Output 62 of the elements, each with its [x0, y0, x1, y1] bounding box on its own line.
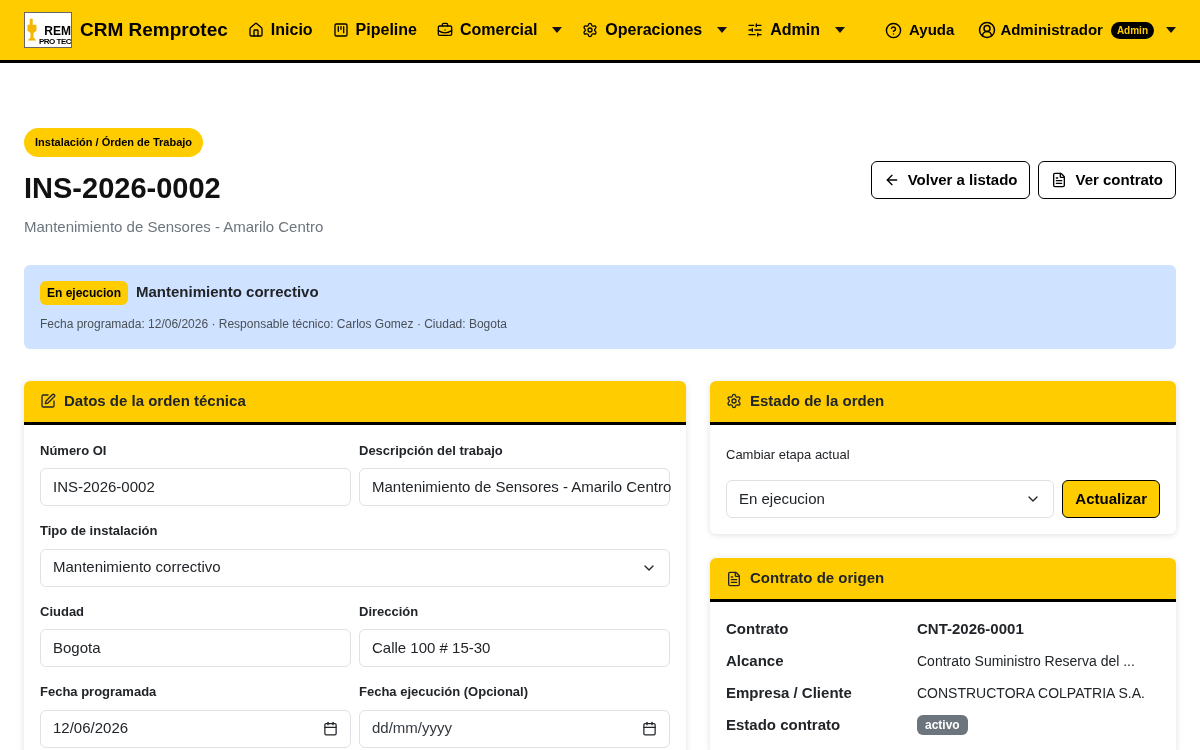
- field-label: Tipo de instalación: [40, 522, 159, 540]
- card-title: Contrato de origen: [750, 568, 885, 589]
- house-icon: [247, 22, 264, 38]
- input-field[interactable]: Mantenimiento de Sensores - Amarilo Centro: [359, 468, 670, 506]
- card-title: Datos de la orden técnica: [64, 390, 246, 411]
- field-label: Ciudad: [40, 602, 86, 621]
- nav-link[interactable]: Operaciones: [582, 18, 728, 42]
- contract-value: Contrato Suministro Reserva del ...: [917, 651, 1135, 671]
- input-field[interactable]: Bogota: [40, 629, 351, 667]
- field-label: Dirección: [359, 602, 420, 621]
- contract-label: Contrato: [726, 618, 790, 639]
- help-icon: [885, 21, 903, 39]
- calendar-icon: [642, 721, 657, 736]
- contract-label: Alcance: [726, 650, 785, 671]
- card-title: Estado de la orden: [750, 390, 885, 411]
- gear-icon: [582, 22, 599, 38]
- brand-name[interactable]: CRM Remprotec: [80, 15, 228, 45]
- nav-link[interactable]: Comercial: [436, 18, 563, 42]
- update-button[interactable]: Actualizar: [1062, 480, 1160, 518]
- banner-title: Mantenimiento correctivo: [136, 282, 319, 303]
- breadcrumb-badge: Instalación / Órden de Trabajo: [24, 128, 204, 157]
- outline-button[interactable]: Ver contrato: [1038, 161, 1176, 199]
- user-name: Administrador: [1000, 19, 1103, 40]
- field-label: Cambiar etapa actual: [726, 445, 851, 464]
- logo-subtext: PRO TEC: [38, 37, 71, 46]
- contract-value: CONSTRUCTORA COLPATRIA S.A.: [917, 683, 1145, 703]
- field-label: Descripción del trabajo: [359, 441, 504, 460]
- document-icon: [1051, 172, 1068, 188]
- nav-link[interactable]: Admin: [747, 18, 846, 42]
- contract-label: Empresa / Cliente: [726, 682, 853, 703]
- page-title: INS-2026-0002: [24, 170, 221, 206]
- page-subtitle: Mantenimiento de Sensores - Amarilo Centro: [24, 217, 324, 237]
- stage-select[interactable]: En ejecucion: [726, 480, 1055, 518]
- status-badge: activo: [917, 715, 968, 735]
- sliders-icon: [747, 22, 764, 38]
- banner-details: Fecha programada: 12/06/2026 · Responsable técnico: Carlos Gomez · Ciudad: Bogota: [40, 315, 508, 333]
- role-badge: Admin: [1110, 21, 1154, 39]
- user-icon: [978, 21, 997, 39]
- status-badge: En ejecucion: [40, 280, 129, 305]
- edit-icon: [40, 393, 56, 409]
- outline-button[interactable]: Volver a listado: [870, 161, 1031, 199]
- field-label: Fecha ejecución (Opcional): [359, 683, 530, 701]
- contract-value: CNT-2026-0001: [917, 618, 1024, 639]
- select-field[interactable]: Mantenimiento correctivo: [40, 548, 670, 587]
- logo[interactable]: REM PRO TEC: [24, 12, 72, 48]
- date-field[interactable]: 12/06/2026: [40, 709, 351, 748]
- nav-link[interactable]: Pipeline: [332, 18, 417, 42]
- briefcase-icon: [436, 22, 453, 38]
- logo-text: REM: [44, 25, 71, 37]
- field-label: Número OI: [40, 441, 108, 460]
- field-label: Fecha programada: [40, 683, 158, 701]
- calendar-icon: [323, 721, 338, 736]
- contract-label: Estado contrato: [726, 714, 842, 735]
- kanban-icon: [332, 22, 349, 38]
- input-field[interactable]: INS-2026-0002: [40, 468, 351, 506]
- nav-link[interactable]: Inicio: [247, 18, 313, 42]
- user-menu[interactable]: Administrador Admin: [978, 18, 1176, 42]
- date-field[interactable]: dd/mm/yyyy: [359, 709, 670, 748]
- document-icon: [726, 570, 742, 587]
- gear-icon: [726, 393, 742, 409]
- help-link[interactable]: Ayuda: [885, 18, 955, 42]
- input-field[interactable]: Calle 100 # 15-30: [359, 629, 670, 667]
